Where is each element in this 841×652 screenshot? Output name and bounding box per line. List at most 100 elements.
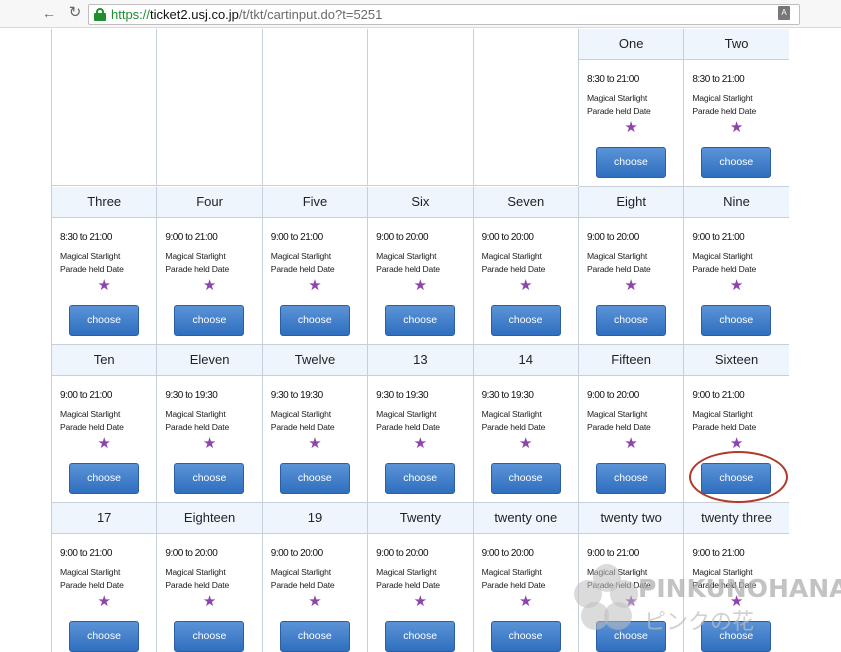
choose-button[interactable]: choose: [174, 305, 245, 336]
event-note-line2: Parade held Date: [692, 580, 757, 590]
day-label: Nine: [684, 187, 789, 218]
star-icon: ★: [624, 593, 638, 610]
reload-icon[interactable]: ↻: [66, 4, 84, 22]
event-note: Magical Starlight Parade held Date: [376, 566, 440, 592]
empty-day-cell: [52, 29, 158, 186]
event-note: Magical Starlight Parade held Date: [376, 250, 440, 276]
park-hours: 9:00 to 21:00: [692, 232, 745, 243]
day-body: 9:30 to 19:30 Magical Starlight Parade hel…: [263, 376, 367, 502]
event-note: Magical Starlight Parade held Date: [165, 566, 229, 592]
star-icon: ★: [729, 593, 744, 610]
event-note-line2: Parade held Date: [60, 580, 124, 590]
event-note-line1: Magical Starlight: [586, 567, 648, 577]
choose-button[interactable]: choose: [174, 621, 245, 652]
ticket-calendar: One 8:30 to 21:00 Magical Starlight Parade …: [51, 29, 789, 652]
choose-button[interactable]: choose: [701, 147, 772, 178]
event-note: Magical Starlight Parade held Date: [271, 408, 335, 434]
day-cell: Three 8:30 to 21:00 Magical Starlight Parad…: [52, 187, 158, 345]
address-bar[interactable]: https://ticket2.usj.co.jp/t/tkt/cartinpu…: [88, 4, 800, 25]
day-label: Seven: [473, 187, 578, 218]
day-cell: Nine 9:00 to 21:00 Magical Starlight Parade…: [684, 187, 789, 345]
choose-button[interactable]: choose: [69, 305, 139, 336]
event-note-line2: Parade held Date: [270, 580, 335, 590]
day-label: Ten: [52, 345, 157, 376]
browser-toolbar: ← ↻ https://ticket2.usj.co.jp/t/tkt/cart…: [0, 0, 841, 28]
day-body: 9:00 to 20:00 Magical Starlight Parade hel…: [579, 218, 683, 344]
park-hours: 9:00 to 21:00: [692, 548, 745, 559]
day-label: Twelve: [262, 345, 368, 376]
day-body: 9:00 to 20:00 Magical Starlight Parade hel…: [368, 218, 472, 344]
day-cell: twenty two 9:00 to 21:00 Magical Starlight…: [578, 503, 685, 652]
choose-button[interactable]: choose: [385, 463, 456, 494]
event-note-line2: Parade held Date: [165, 580, 230, 590]
day-cell: Eight 9:00 to 20:00 Magical Starlight Parad…: [578, 187, 685, 345]
choose-button[interactable]: choose: [595, 463, 666, 494]
choose-button[interactable]: choose: [69, 621, 139, 652]
empty-day-cell: [368, 29, 474, 186]
choose-button[interactable]: choose: [701, 305, 772, 336]
choose-button[interactable]: choose: [701, 621, 772, 652]
url-scheme: https://: [111, 7, 151, 22]
park-hours: 9:00 to 21:00: [165, 232, 218, 243]
calendar-week: 17 9:00 to 21:00 Magical Starlight Parade h…: [52, 503, 789, 652]
day-body: 8:30 to 21:00 Magical Starlight Parade hel…: [52, 218, 156, 344]
day-body: 9:00 to 20:00 Magical Starlight Parade hel…: [474, 218, 578, 344]
event-note-line1: Magical Starlight: [376, 409, 437, 419]
day-body: 9:00 to 21:00 Magical Starlight Parade hel…: [52, 376, 156, 502]
day-cell: Eighteen 9:00 to 20:00 Magical Starlight Pa…: [157, 503, 263, 652]
park-hours: 9:00 to 20:00: [376, 548, 429, 559]
choose-button[interactable]: choose: [279, 305, 350, 336]
day-label: 13: [368, 345, 473, 376]
event-note: Magical Starlight Parade held Date: [482, 408, 546, 434]
calendar-week: Ten 9:00 to 21:00 Magical Starlight Parade …: [52, 345, 789, 503]
star-icon: ★: [308, 435, 322, 452]
event-note: Magical Starlight Parade held Date: [271, 566, 335, 592]
day-body: 9:00 to 20:00 Magical Starlight Parade hel…: [474, 534, 578, 652]
star-icon: ★: [202, 593, 217, 610]
choose-button[interactable]: choose: [385, 305, 456, 336]
event-note-line2: Parade held Date: [270, 422, 335, 432]
choose-button[interactable]: choose: [701, 463, 772, 494]
star-icon: ★: [729, 435, 744, 452]
event-note-line2: Parade held Date: [60, 422, 124, 432]
choose-button[interactable]: choose: [595, 305, 666, 336]
choose-button[interactable]: choose: [174, 463, 245, 494]
choose-button[interactable]: choose: [385, 621, 456, 652]
event-note-line1: Magical Starlight: [270, 251, 331, 261]
day-label: 19: [262, 503, 368, 534]
event-note-line1: Magical Starlight: [586, 409, 648, 419]
day-label: Two: [684, 29, 789, 60]
park-hours: 9:30 to 19:30: [270, 390, 323, 401]
empty-day-cell: [157, 29, 263, 186]
choose-button[interactable]: choose: [595, 621, 666, 652]
event-note-line2: Parade held Date: [481, 422, 546, 432]
event-note-line2: Parade held Date: [692, 264, 757, 274]
choose-button[interactable]: choose: [490, 305, 561, 336]
day-body: 8:30 to 21:00 Magical Starlight Parade hel…: [684, 60, 788, 186]
choose-button[interactable]: choose: [69, 463, 139, 494]
choose-button[interactable]: choose: [279, 463, 350, 494]
back-arrow-icon[interactable]: ←: [40, 4, 58, 22]
choose-button[interactable]: choose: [595, 147, 666, 178]
choose-button[interactable]: choose: [279, 621, 350, 652]
choose-button[interactable]: choose: [490, 621, 561, 652]
event-note-line1: Magical Starlight: [586, 93, 648, 103]
star-icon: ★: [308, 277, 322, 294]
park-hours: 9:00 to 21:00: [692, 390, 745, 401]
day-label: Eighteen: [157, 503, 262, 534]
day-cell: 13 9:30 to 19:30 Magical Starlight Parade h…: [368, 345, 474, 503]
day-label: 17: [52, 503, 157, 534]
day-label: One: [578, 29, 684, 60]
day-cell: Seven 9:00 to 20:00 Magical Starlight Parad…: [473, 187, 579, 345]
event-note-line1: Magical Starlight: [481, 567, 542, 577]
park-hours: 9:00 to 20:00: [481, 548, 534, 559]
park-hours: 9:00 to 21:00: [60, 390, 112, 401]
day-label: Eight: [578, 187, 684, 218]
day-label: Four: [157, 187, 262, 218]
translate-icon[interactable]: A: [778, 6, 790, 20]
park-hours: 9:00 to 21:00: [60, 548, 112, 559]
day-label: Three: [52, 187, 157, 218]
day-label: Five: [262, 187, 368, 218]
event-note-line1: Magical Starlight: [376, 567, 437, 577]
choose-button[interactable]: choose: [490, 463, 561, 494]
